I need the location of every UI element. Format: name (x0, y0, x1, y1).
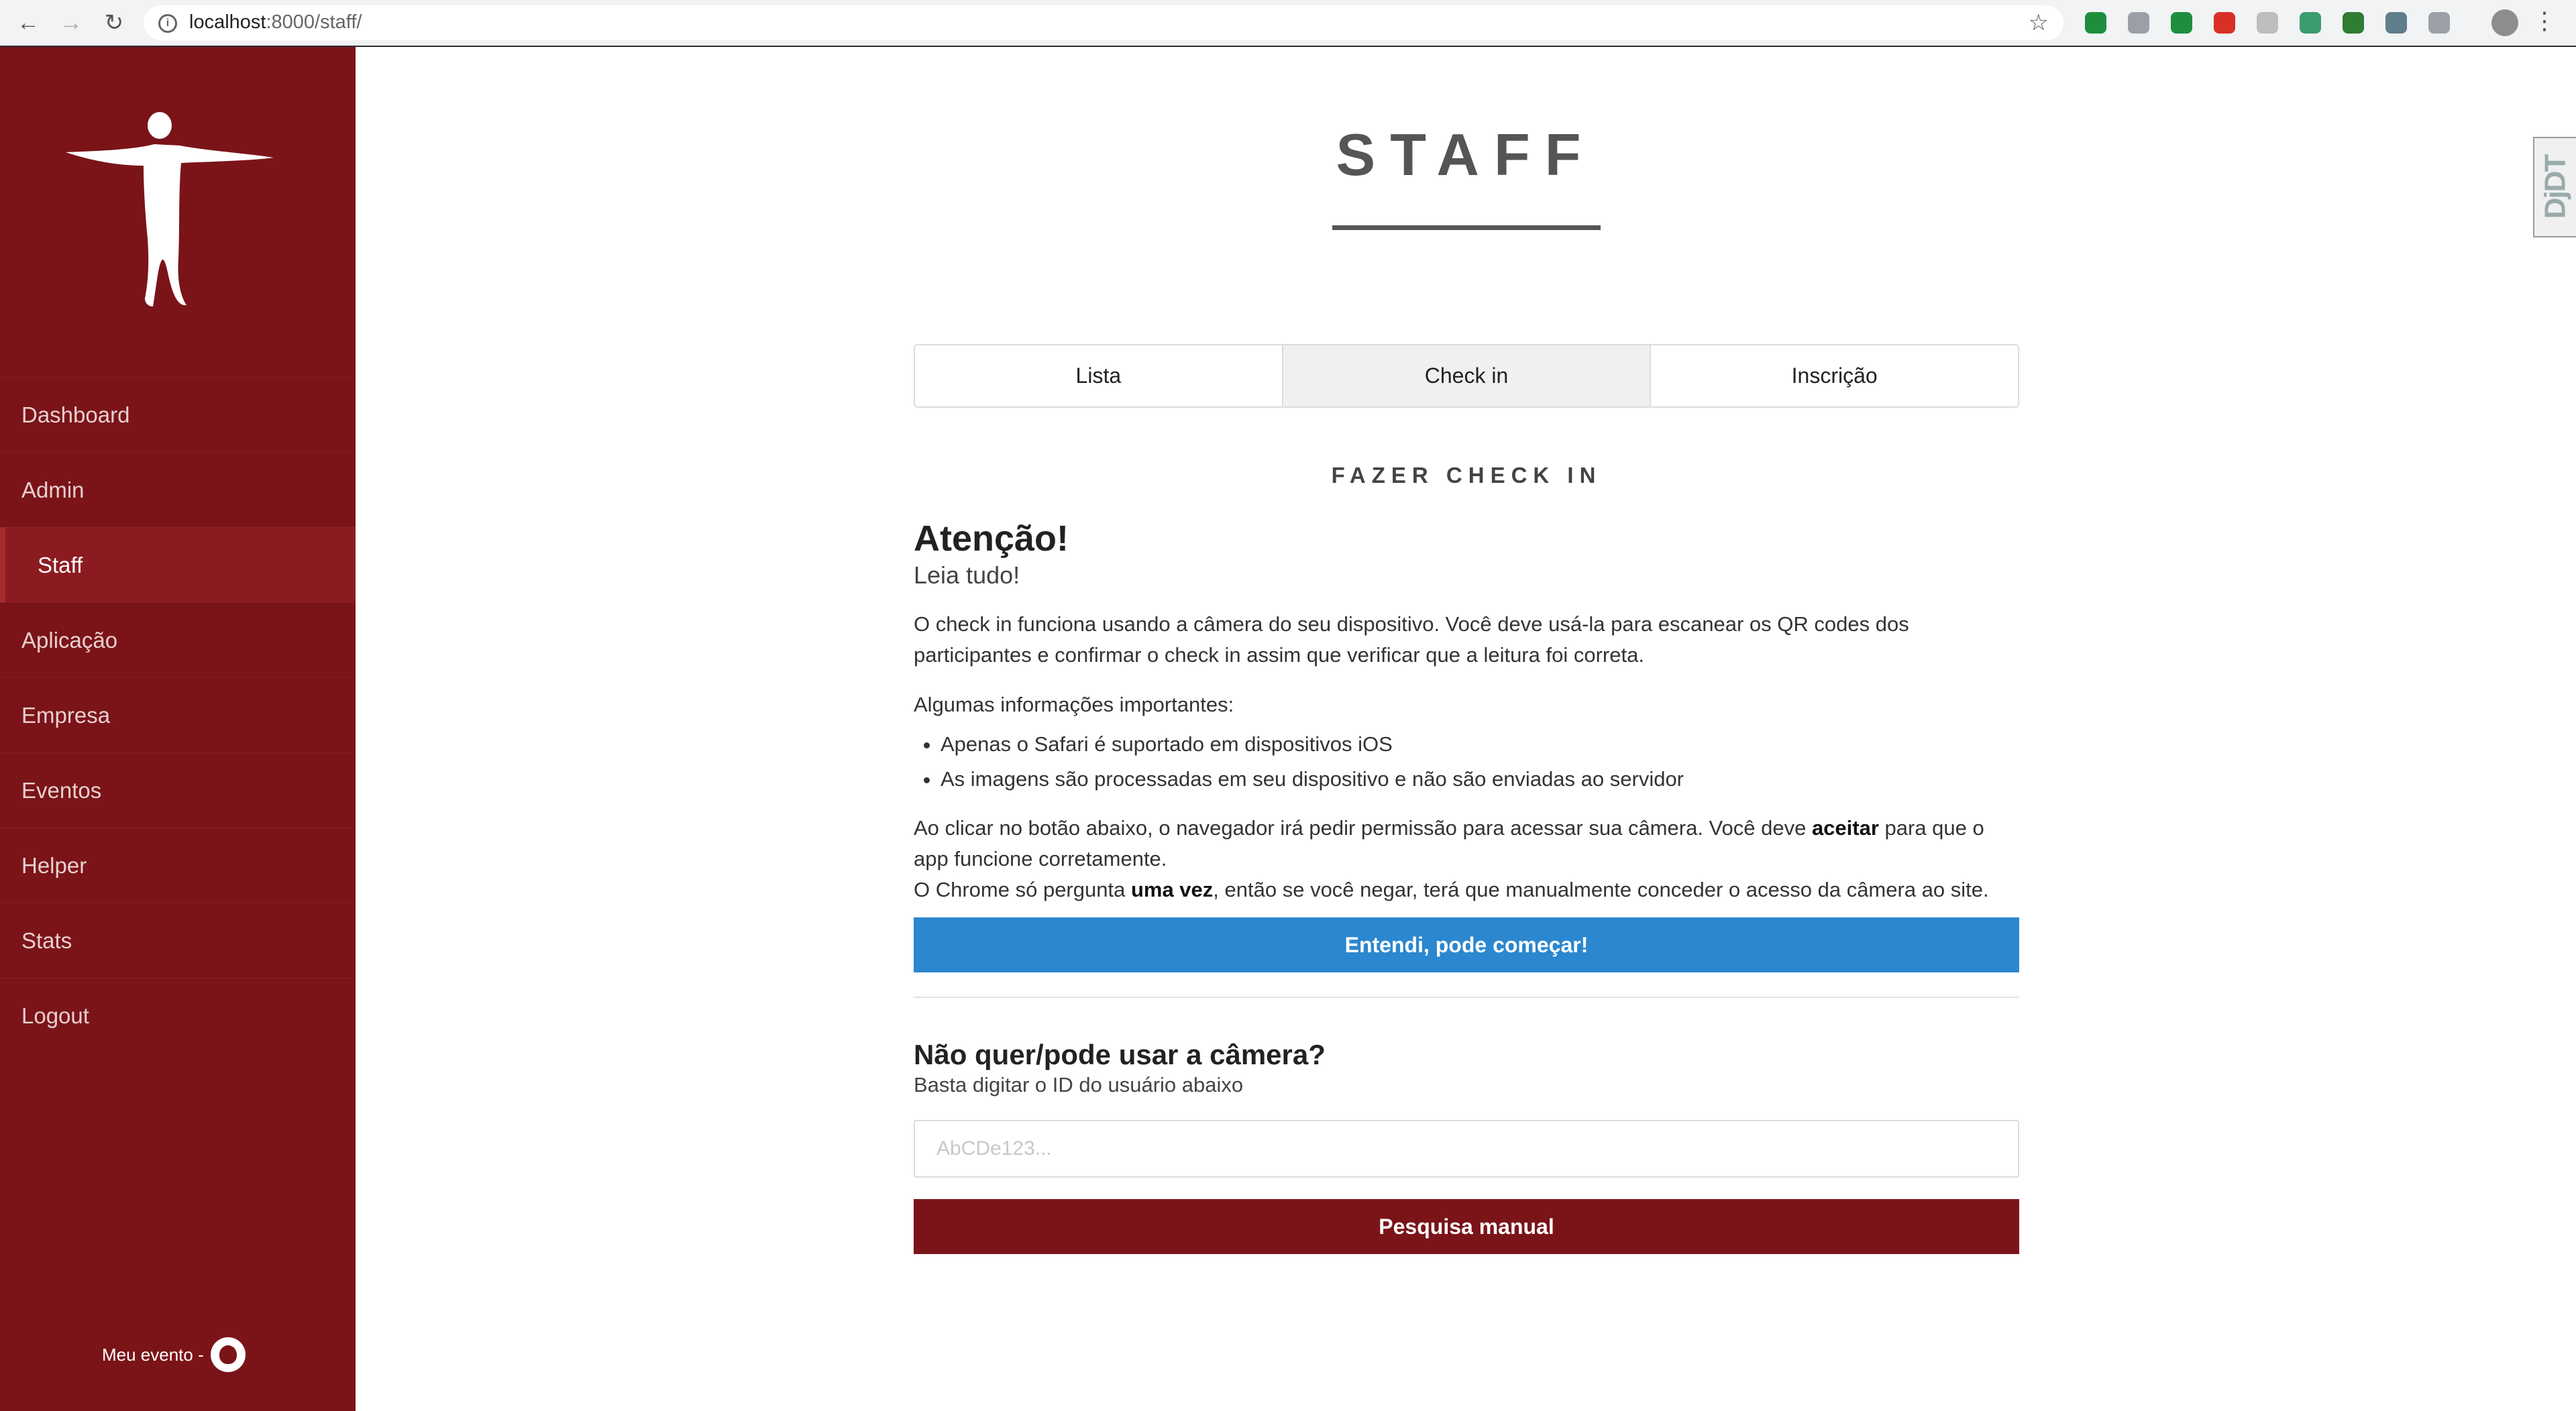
list-item: Apenas o Safari é suportado em dispositi… (941, 727, 2019, 762)
extension-icon[interactable] (2128, 12, 2149, 34)
extension-icon[interactable] (2428, 12, 2450, 34)
tab-lista[interactable]: Lista (915, 345, 1283, 406)
sidebar-nav: Dashboard Admin Staff Aplicação Empresa … (0, 377, 356, 1053)
section-heading: FAZER CHECK IN (1331, 463, 1602, 488)
manual-search-button[interactable]: Pesquisa manual (914, 1199, 2019, 1254)
info-icon[interactable]: i (158, 14, 177, 33)
sidebar-item-empresa[interactable]: Empresa (0, 677, 356, 752)
extension-icon[interactable] (2257, 12, 2278, 34)
sidebar-item-logout[interactable]: Logout (0, 978, 356, 1053)
extension-icon[interactable] (2300, 12, 2321, 34)
browser-menu-icon[interactable]: ⋮ (2532, 7, 2557, 35)
sidebar-item-stats[interactable]: Stats (0, 903, 356, 978)
manual-title: Não quer/pode usar a câmera? (914, 1039, 1326, 1070)
title-underline (1332, 225, 1601, 230)
permission-bold: aceitar (1811, 816, 1879, 840)
extension-icon[interactable] (2085, 12, 2106, 34)
chrome-text-end: , então se você negar, terá que manualme… (1213, 878, 1989, 901)
important-label: Algumas informações importantes: (914, 693, 1234, 716)
tab-inscricao[interactable]: Inscrição (1651, 345, 2018, 406)
manual-subtitle: Basta digitar o ID do usuário abaixo (914, 1073, 1244, 1096)
chrome-text: O Chrome só pergunta (914, 878, 1131, 901)
sidebar-item-dashboard[interactable]: Dashboard (0, 377, 356, 452)
logo-icon (66, 112, 274, 306)
info-list: Apenas o Safari é suportado em dispositi… (914, 727, 2019, 797)
intro-paragraph: O check in funciona usando a câmera do s… (914, 612, 1909, 667)
divider (914, 997, 2019, 998)
forward-icon[interactable]: → (58, 9, 85, 36)
sidebar-item-helper[interactable]: Helper (0, 828, 356, 903)
list-item: As imagens são processadas em seu dispos… (941, 762, 2019, 797)
profile-avatar[interactable] (2491, 9, 2518, 36)
reload-icon[interactable]: ↻ (101, 9, 127, 36)
back-icon[interactable]: ← (15, 9, 42, 36)
bookmark-star-icon[interactable]: ☆ (2029, 9, 2049, 36)
permission-paragraph: Ao clicar no botão abaixo, o navegador i… (914, 813, 2019, 905)
github-icon[interactable] (210, 1337, 246, 1372)
debug-toolbar-handle[interactable]: DjDT (2533, 137, 2576, 237)
main-content: STAFF Lista Check in Inscrição FAZER CHE… (356, 47, 2576, 1411)
tab-bar: Lista Check in Inscrição (914, 344, 2019, 408)
footer-label: Meu evento - (102, 1344, 204, 1365)
sidebar-item-admin[interactable]: Admin (0, 452, 356, 527)
tab-check-in[interactable]: Check in (1283, 345, 1652, 406)
sidebar-item-eventos[interactable]: Eventos (0, 752, 356, 828)
permission-text: Ao clicar no botão abaixo, o navegador i… (914, 816, 1812, 840)
extension-icon[interactable] (2385, 12, 2407, 34)
debug-toolbar-label: DjDT (2538, 155, 2571, 219)
sidebar-item-staff[interactable]: Staff (0, 527, 356, 602)
checkin-panel: Atenção! Leia tudo! O check in funciona … (914, 516, 2019, 1254)
attention-title: Atenção! (914, 518, 1069, 559)
user-id-input[interactable] (914, 1120, 2019, 1178)
extension-icon[interactable] (2171, 12, 2192, 34)
extension-icon[interactable] (2343, 12, 2364, 34)
footer-link[interactable]: Meu evento - (102, 1337, 246, 1372)
sidebar-item-aplicacao[interactable]: Aplicação (0, 602, 356, 677)
extension-icon[interactable] (2214, 12, 2235, 34)
chrome-bold: uma vez (1130, 878, 1214, 901)
attention-subtitle: Leia tudo! (914, 561, 1020, 589)
url-text: localhost:8000/staff/ (189, 11, 362, 33)
browser-toolbar: ← → ↻ i localhost:8000/staff/ ☆ ⋮ (0, 0, 2576, 47)
start-camera-button[interactable]: Entendi, pode começar! (914, 917, 2019, 972)
sidebar: Dashboard Admin Staff Aplicação Empresa … (0, 47, 356, 1411)
address-bar[interactable]: i localhost:8000/staff/ ☆ (144, 5, 2063, 40)
page-title: STAFF (1336, 121, 1596, 188)
